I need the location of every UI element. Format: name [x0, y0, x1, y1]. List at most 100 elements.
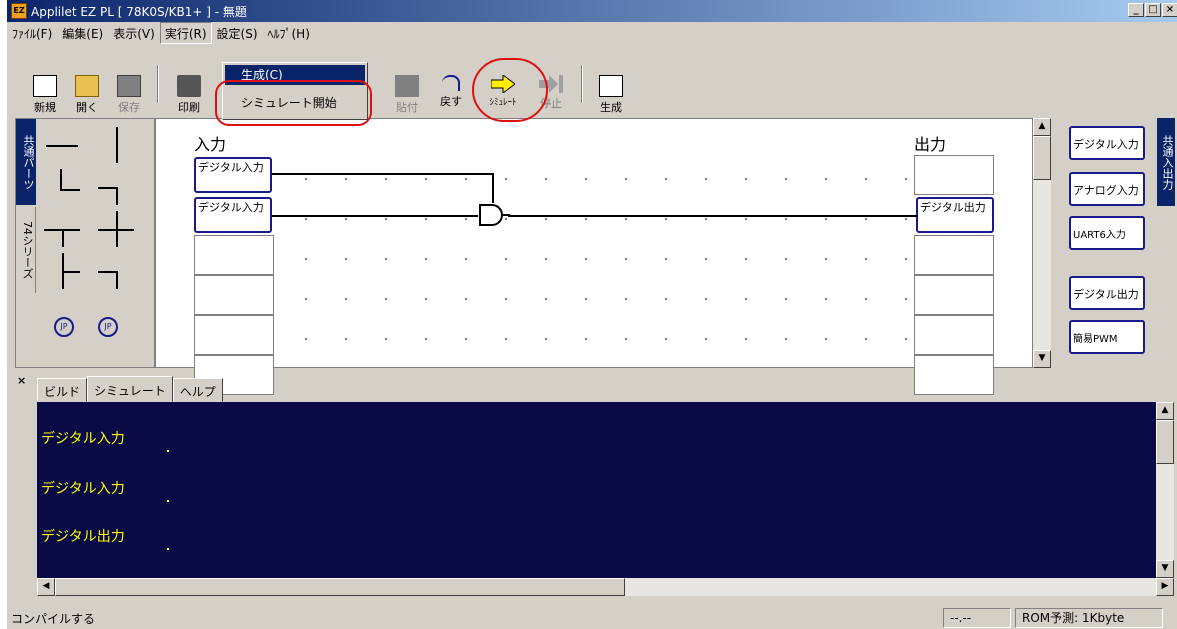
palette-digital-input[interactable]: デジタル入力 — [1069, 126, 1145, 160]
scroll-thumb[interactable] — [1033, 136, 1051, 180]
menu-settings[interactable]: 設定(S) — [212, 22, 263, 44]
app-window: EZ Applilet EZ PL [ 78K0S/KB1+ ] - 無題 _ … — [6, 0, 1177, 629]
io-palette: ▲ ▼ デジタル入力 アナログ入力 UART6入力 デジタル出力 簡易PWM 共… — [1033, 118, 1175, 368]
signal-dot — [167, 500, 169, 502]
and-gate-icon[interactable] — [478, 203, 510, 227]
close-pane-icon[interactable]: × — [17, 374, 26, 387]
jump-out-icon: JP — [98, 317, 118, 337]
part-jump-out[interactable]: JP — [98, 313, 134, 349]
vertical-scrollbar[interactable]: ▲ ▼ — [1033, 118, 1051, 368]
minimize-button[interactable]: _ — [1128, 3, 1144, 17]
highlight-oval — [215, 80, 372, 126]
menu-file[interactable]: ﾌｧｲﾙ(F) — [7, 22, 57, 44]
tab-simulate[interactable]: シミュレート — [87, 376, 173, 402]
scroll-thumb[interactable] — [55, 578, 625, 596]
open-button[interactable]: 開く — [67, 63, 107, 115]
wire — [272, 215, 478, 217]
parts-palette: 共通パーツ 74シリーズ JP JP — [15, 118, 155, 368]
status-bar: コンパイルする --.-- ROM予測: 1Kbyte — [7, 606, 1177, 629]
status-position: --.-- — [943, 608, 1011, 628]
scroll-right-icon[interactable]: ▶ — [1156, 578, 1174, 596]
digital-input-block[interactable]: デジタル入力 — [194, 157, 272, 193]
input-column-header: 入力 — [194, 135, 227, 154]
scroll-down-icon[interactable]: ▼ — [1033, 350, 1051, 368]
signal-dot — [167, 548, 169, 550]
scroll-thumb[interactable] — [1156, 420, 1174, 464]
print-button[interactable]: 印刷 — [169, 63, 209, 115]
status-message: コンパイルする — [11, 612, 96, 626]
console-line: デジタル入力 — [41, 431, 125, 447]
scroll-down-icon[interactable]: ▼ — [1156, 560, 1174, 578]
wire — [492, 173, 494, 203]
tab-common-parts[interactable]: 共通パーツ — [16, 119, 36, 205]
wire — [508, 215, 918, 217]
part-tee-right[interactable] — [44, 211, 80, 247]
save-button[interactable]: 保存 — [109, 63, 149, 115]
tab-74-series[interactable]: 74シリーズ — [16, 207, 36, 293]
window-title: Applilet EZ PL [ 78K0S/KB1+ ] - 無題 — [31, 5, 247, 19]
part-tee-left[interactable] — [98, 253, 134, 289]
tab-help[interactable]: ヘルプ — [172, 378, 223, 402]
part-vertical-wire[interactable] — [98, 127, 134, 163]
output-tabs: ビルド シミュレート ヘルプ — [37, 376, 223, 402]
maximize-button[interactable]: □ — [1145, 3, 1161, 17]
simulation-console[interactable]: デジタル入力 デジタル入力 デジタル出力 ▲ ▼ — [37, 402, 1174, 578]
output-slot[interactable] — [914, 315, 994, 355]
title-bar: EZ Applilet EZ PL [ 78K0S/KB1+ ] - 無題 _ … — [7, 0, 1177, 22]
palette-simple-pwm[interactable]: 簡易PWM — [1069, 320, 1145, 354]
jump-in-icon: JP — [54, 317, 74, 337]
part-tee-up[interactable] — [44, 253, 80, 289]
palette-digital-output[interactable]: デジタル出力 — [1069, 276, 1145, 310]
part-jump-in[interactable]: JP — [44, 313, 80, 349]
toolbar: 新規 開く 保存 印刷 貼付 戻す ｼﾐｭﾚｰﾄ 停止 生成 — [11, 45, 1174, 117]
tab-common-io[interactable]: 共通入出力 — [1157, 118, 1175, 206]
menu-run[interactable]: 実行(R) — [159, 22, 212, 44]
menu-edit[interactable]: 編集(E) — [57, 22, 108, 44]
ladder-canvas[interactable]: 入力 出力 デジタル入力 デジタル入力 デジタル出力 — [155, 118, 1033, 395]
close-button[interactable]: × — [1162, 3, 1177, 17]
output-slot[interactable] — [914, 275, 994, 315]
new-file-icon — [33, 75, 57, 97]
part-horizontal-wire[interactable] — [44, 127, 80, 163]
menu-view[interactable]: 表示(V) — [108, 22, 160, 44]
palette-uart6-input[interactable]: UART6入力 — [1069, 216, 1145, 250]
output-pane: × ビルド シミュレート ヘルプ デジタル入力 デジタル入力 デジタル出力 ▲ … — [15, 372, 1174, 600]
highlight-oval — [472, 58, 548, 122]
new-button[interactable]: 新規 — [25, 63, 65, 115]
output-slot[interactable] — [914, 155, 994, 195]
scroll-left-icon[interactable]: ◀ — [37, 578, 55, 596]
tab-build[interactable]: ビルド — [37, 378, 88, 402]
horizontal-scrollbar[interactable]: ◀ ▶ — [37, 578, 1174, 596]
wire — [272, 173, 494, 175]
undo-button[interactable]: 戻す — [431, 63, 471, 115]
menu-bar: ﾌｧｲﾙ(F) 編集(E) 表示(V) 実行(R) 設定(S) ﾍﾙﾌﾟ(H) — [7, 22, 1177, 44]
output-slot[interactable] — [914, 235, 994, 275]
generate-button[interactable]: 生成 — [591, 63, 631, 115]
window-controls: _ □ × — [1127, 3, 1177, 17]
toolbar-separator — [581, 65, 583, 103]
undo-arrow-icon — [442, 75, 460, 91]
scroll-up-icon[interactable]: ▲ — [1033, 118, 1051, 136]
console-vscroll[interactable]: ▲ ▼ — [1156, 402, 1174, 578]
grid-dots — [276, 149, 916, 369]
palette-analog-input[interactable]: アナログ入力 — [1069, 172, 1145, 206]
open-folder-icon — [75, 75, 99, 97]
digital-input-block[interactable]: デジタル入力 — [194, 197, 272, 233]
app-icon: EZ — [11, 3, 27, 19]
part-tee-cross[interactable] — [98, 211, 134, 247]
toolbar-separator — [157, 65, 159, 103]
part-corner-down-left[interactable] — [98, 169, 134, 205]
paste-button[interactable]: 貼付 — [387, 63, 427, 115]
console-line: デジタル出力 — [41, 529, 125, 545]
scroll-up-icon[interactable]: ▲ — [1156, 402, 1174, 420]
paste-icon — [395, 75, 419, 97]
input-slot[interactable] — [194, 275, 274, 315]
signal-dot — [167, 450, 169, 452]
menu-help[interactable]: ﾍﾙﾌﾟ(H) — [263, 22, 315, 44]
printer-icon — [177, 75, 201, 97]
input-slot[interactable] — [194, 315, 274, 355]
generate-icon — [599, 75, 623, 97]
input-slot[interactable] — [194, 235, 274, 275]
digital-output-block[interactable]: デジタル出力 — [916, 197, 994, 233]
part-corner-down-right[interactable] — [44, 169, 80, 205]
